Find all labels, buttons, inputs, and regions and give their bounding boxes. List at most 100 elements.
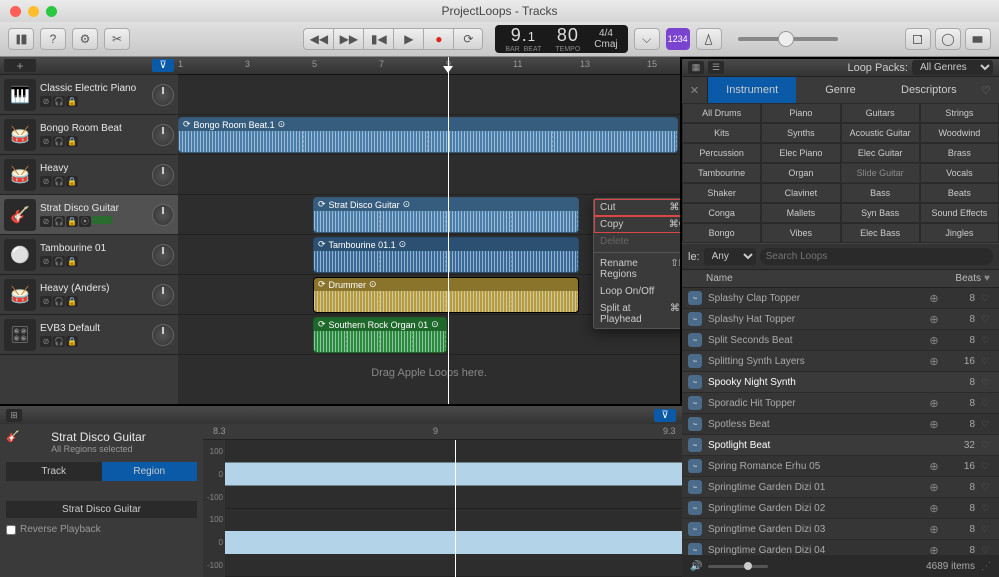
editor-playhead[interactable] <box>455 440 456 577</box>
library-button[interactable] <box>8 28 34 50</box>
track-header[interactable]: 🎛 EVB3 Default ⊘🎧🔒 <box>0 315 178 355</box>
loop-packs-select[interactable]: All Genres <box>912 60 993 75</box>
favorite-icon[interactable]: ♡ <box>981 356 993 367</box>
region[interactable]: ⟳Drummer⊙ <box>313 277 579 313</box>
download-icon[interactable]: ⊕ <box>927 481 941 494</box>
favorite-icon[interactable]: ♡ <box>981 482 993 493</box>
pan-knob[interactable] <box>152 164 174 186</box>
category-button[interactable]: Beats <box>920 183 999 203</box>
minimize-window[interactable] <box>28 6 39 17</box>
region[interactable]: ⟳Bongo Room Beat.1⊙ <box>178 117 678 153</box>
download-icon[interactable]: ⊕ <box>927 523 941 536</box>
settings-button[interactable]: ⚙ <box>72 28 98 50</box>
category-button[interactable]: Syn Bass <box>841 203 920 223</box>
pan-knob[interactable] <box>152 244 174 266</box>
track-volume[interactable] <box>92 216 112 224</box>
loop-row[interactable]: ~Splitting Synth Layers⊕16♡ <box>682 351 999 372</box>
track-header[interactable]: 🎸 Strat Disco Guitar ⊘🎧🔒⦿ <box>0 195 178 235</box>
loop-row[interactable]: ~Springtime Garden Dizi 01⊕8♡ <box>682 477 999 498</box>
download-icon[interactable]: ⊕ <box>927 292 941 305</box>
mute-button[interactable]: ⊘ <box>40 256 52 267</box>
mute-button[interactable]: ⊘ <box>40 96 52 107</box>
waveform-editor[interactable]: 8.399.3 1000-1001000-100 <box>203 424 682 577</box>
notepad-button[interactable] <box>905 28 931 50</box>
solo-button[interactable]: 🎧 <box>53 96 65 107</box>
record-button[interactable]: ● <box>423 28 453 50</box>
go-to-start-button[interactable]: ▮◀ <box>363 28 393 50</box>
category-button[interactable]: Tambourine <box>682 163 761 183</box>
close-filters[interactable]: ✕ <box>682 77 708 103</box>
track-header[interactable]: 🥁 Heavy ⊘🎧🔒 <box>0 155 178 195</box>
loop-row[interactable]: ~Splashy Clap Topper⊕8♡ <box>682 288 999 309</box>
category-button[interactable]: Strings <box>920 103 999 123</box>
forward-button[interactable]: ▶▶ <box>333 28 363 50</box>
download-icon[interactable]: ⊕ <box>927 355 941 368</box>
timeline-ruler[interactable]: 13579111315 <box>178 57 680 75</box>
category-button[interactable]: Synths <box>761 123 840 143</box>
menu-item[interactable]: Copy⌘C <box>594 216 680 233</box>
solo-button[interactable]: 🎧 <box>53 176 65 187</box>
category-button[interactable]: Elec Guitar <box>841 143 920 163</box>
tab-track[interactable]: Track <box>6 462 102 481</box>
download-icon[interactable]: ⊕ <box>927 502 941 515</box>
editor-view-a[interactable]: ⊞ <box>6 409 22 422</box>
pan-knob[interactable] <box>152 284 174 306</box>
category-button[interactable]: Vocals <box>920 163 999 183</box>
preview-volume[interactable] <box>708 565 768 568</box>
category-button[interactable]: Bongo <box>682 223 761 243</box>
rewind-button[interactable]: ◀◀ <box>303 28 333 50</box>
mute-button[interactable]: ⊘ <box>40 216 52 227</box>
tuner-button[interactable]: ⌵ <box>634 28 660 50</box>
favorite-icon[interactable]: ♡ <box>981 524 993 535</box>
tab-region[interactable]: Region <box>102 462 198 481</box>
pan-knob[interactable] <box>152 324 174 346</box>
favorite-icon[interactable]: ♡ <box>981 503 993 514</box>
track-lane[interactable]: ⟳Strat Disco Guitar⊙Cut⌘XCopy⌘CDeleteRen… <box>178 195 680 235</box>
tab-genre[interactable]: Genre <box>796 77 884 103</box>
input-button[interactable]: ⦿ <box>79 216 91 227</box>
category-button[interactable]: Guitars <box>841 103 920 123</box>
favorite-icon[interactable]: ♡ <box>981 419 993 430</box>
quickhelp-button[interactable]: ? <box>40 28 66 50</box>
category-button[interactable]: Elec Bass <box>841 223 920 243</box>
category-button[interactable]: Elec Piano <box>761 143 840 163</box>
loop-row[interactable]: ~Springtime Garden Dizi 02⊕8♡ <box>682 498 999 519</box>
reverse-playback-checkbox[interactable] <box>6 525 16 535</box>
metronome-button[interactable] <box>696 28 722 50</box>
download-icon[interactable]: ⊕ <box>927 544 941 556</box>
track-header[interactable]: ⚪ Tambourine 01 ⊘🎧🔒 <box>0 235 178 275</box>
category-button[interactable]: Kits <box>682 123 761 143</box>
favorite-icon[interactable]: ♡ <box>981 314 993 325</box>
track-header[interactable]: 🥁 Bongo Room Beat ⊘🎧🔒 <box>0 115 178 155</box>
favorite-icon[interactable]: ♡ <box>981 377 993 388</box>
mute-button[interactable]: ⊘ <box>40 176 52 187</box>
lock-button[interactable]: 🔒 <box>66 296 78 307</box>
tab-descriptors[interactable]: Descriptors <box>885 77 973 103</box>
loop-row[interactable]: ~Sporadic Hit Topper⊕8♡ <box>682 393 999 414</box>
favorite-icon[interactable]: ♡ <box>981 293 993 304</box>
solo-button[interactable]: 🎧 <box>53 336 65 347</box>
solo-button[interactable]: 🎧 <box>53 296 65 307</box>
loop-browser-button[interactable]: ◯ <box>935 28 961 50</box>
region-name-input[interactable] <box>6 501 197 518</box>
download-icon[interactable]: ⊕ <box>927 334 941 347</box>
zoom-window[interactable] <box>46 6 57 17</box>
favorite-icon[interactable]: ♡ <box>981 461 993 472</box>
track-header[interactable]: 🎹 Classic Electric Piano ⊘🎧🔒 <box>0 75 178 115</box>
category-button[interactable]: Percussion <box>682 143 761 163</box>
count-in-button[interactable]: 1234 <box>666 28 690 50</box>
download-icon[interactable]: ⊕ <box>927 418 941 431</box>
region[interactable]: ⟳Strat Disco Guitar⊙ <box>313 197 579 233</box>
category-button[interactable]: Shaker <box>682 183 761 203</box>
resize-icon[interactable]: ⋰ <box>981 561 991 572</box>
download-icon[interactable]: ⊕ <box>927 313 941 326</box>
track-lane[interactable] <box>178 75 680 115</box>
track-header[interactable]: 🥁 Heavy (Anders) ⊘🎧🔒 <box>0 275 178 315</box>
menu-item[interactable]: Cut⌘X <box>594 199 680 216</box>
browser-view-grid[interactable]: ▦ <box>688 61 704 74</box>
menu-item[interactable]: Split at Playhead⌘T <box>594 300 680 328</box>
category-button[interactable]: All Drums <box>682 103 761 123</box>
track-lane[interactable] <box>178 155 680 195</box>
search-input[interactable] <box>760 248 993 265</box>
master-volume-slider[interactable] <box>738 37 838 41</box>
